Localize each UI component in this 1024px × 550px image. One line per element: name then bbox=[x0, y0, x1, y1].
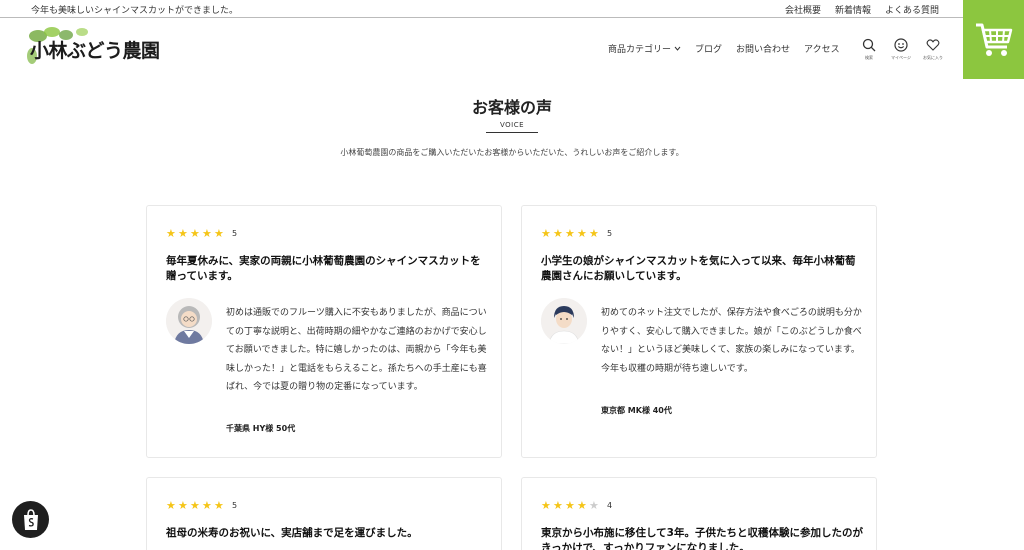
rating-value: 5 bbox=[232, 501, 238, 510]
shopify-bag-icon bbox=[23, 508, 38, 530]
man-person-icon bbox=[541, 298, 587, 344]
star-icon: ★ bbox=[553, 227, 563, 240]
review-author: 千葉県 HY様 50代 bbox=[226, 424, 296, 433]
nav-item-blog[interactable]: ブログ bbox=[695, 42, 722, 55]
star-icon: ★ bbox=[565, 499, 575, 512]
review-title: 毎年夏休みに、実家の両親に小林葡萄農園のシャインマスカットを贈っています。 bbox=[166, 255, 481, 282]
star-icon: ★ bbox=[577, 227, 587, 240]
star-icon: ★ bbox=[214, 227, 224, 240]
review-card: ★ ★ ★ ★ ★ 5 小学生の娘がシャインマスカットを気に入って以来、毎年小林… bbox=[521, 205, 877, 458]
logo-text: 小林ぶどう農園 bbox=[30, 40, 160, 62]
favorites-label: お気に入り bbox=[923, 55, 943, 60]
star-icon: ★ bbox=[190, 227, 200, 240]
star-icon: ★ bbox=[553, 499, 563, 512]
review-body: 初めてのネット注文でしたが、保存方法や食べごろの説明も分かりやすく、安心して購入… bbox=[601, 308, 862, 374]
star-rating: ★ ★ ★ ★ ★ 5 bbox=[166, 228, 237, 239]
header-icons: 検索 マイページ お気に入り bbox=[858, 38, 944, 61]
star-icon: ★ bbox=[178, 227, 188, 240]
rating-value: 5 bbox=[232, 229, 238, 238]
star-icon: ★ bbox=[589, 227, 599, 240]
rating-value: 4 bbox=[607, 501, 613, 510]
review-title: 祖母の米寿のお祝いに、実店舗まで足を運びました。 bbox=[166, 527, 418, 539]
nav-item-label: 商品カテゴリー bbox=[608, 45, 672, 55]
star-rating: ★ ★ ★ ★ ★ 4 bbox=[541, 500, 612, 511]
star-icon: ★ bbox=[190, 499, 200, 512]
review-card: ★ ★ ★ ★ ★ 5 祖母の米寿のお祝いに、実店舗まで足を運びました。 bbox=[146, 477, 502, 550]
review-author: 東京都 MK様 40代 bbox=[601, 406, 672, 415]
review-title: 小学生の娘がシャインマスカットを気に入って以来、毎年小林葡萄農園さんにお願いして… bbox=[541, 255, 856, 282]
star-icon: ★ bbox=[166, 499, 176, 512]
top-links: 会社概要 新着情報 よくある質問 bbox=[785, 3, 939, 16]
favorites-button[interactable]: お気に入り bbox=[922, 38, 944, 61]
avatar bbox=[166, 298, 212, 344]
star-empty-icon: ★ bbox=[589, 499, 599, 512]
star-icon: ★ bbox=[214, 499, 224, 512]
chevron-down-icon bbox=[674, 46, 681, 51]
mypage-button[interactable]: マイページ bbox=[890, 38, 912, 61]
toplink-faq[interactable]: よくある質問 bbox=[885, 3, 939, 16]
search-label: 検索 bbox=[865, 55, 873, 60]
star-icon: ★ bbox=[166, 227, 176, 240]
review-card: ★ ★ ★ ★ ★ 4 東京から小布施に移住して3年。子供たちと収穫体験に参加し… bbox=[521, 477, 877, 550]
review-body: 初めは通販でのフルーツ購入に不安もありましたが、商品についての丁寧な説明と、出荷… bbox=[226, 308, 487, 392]
mypage-label: マイページ bbox=[891, 55, 911, 60]
star-icon: ★ bbox=[577, 499, 587, 512]
rating-value: 5 bbox=[607, 229, 613, 238]
elderly-person-icon bbox=[166, 298, 212, 344]
nav-item-contact[interactable]: お問い合わせ bbox=[736, 42, 790, 55]
cart-button[interactable] bbox=[963, 0, 1024, 79]
heart-icon bbox=[926, 39, 940, 51]
search-icon bbox=[862, 38, 876, 52]
review-title: 東京から小布施に移住して3年。子供たちと収穫体験に参加したのがきっかけで、すっか… bbox=[541, 527, 863, 550]
review-card: ★ ★ ★ ★ ★ 5 毎年夏休みに、実家の両親に小林葡萄農園のシャインマスカッ… bbox=[146, 205, 502, 458]
site-logo[interactable]: 小林ぶどう農園 bbox=[26, 26, 166, 68]
star-icon: ★ bbox=[178, 499, 188, 512]
shopify-chat-button[interactable] bbox=[12, 501, 49, 538]
search-button[interactable]: 検索 bbox=[858, 38, 880, 61]
toplink-company[interactable]: 会社概要 bbox=[785, 3, 821, 16]
star-icon: ★ bbox=[202, 227, 212, 240]
site-header: 小林ぶどう農園 商品カテゴリー ブログ お問い合わせ アクセス 検索 マイページ… bbox=[0, 19, 963, 79]
avatar bbox=[541, 298, 587, 344]
star-icon: ★ bbox=[541, 227, 551, 240]
mypage-icon bbox=[894, 38, 908, 52]
star-rating: ★ ★ ★ ★ ★ 5 bbox=[541, 228, 612, 239]
star-icon: ★ bbox=[541, 499, 551, 512]
toplink-news[interactable]: 新着情報 bbox=[835, 3, 871, 16]
nav-item-categories[interactable]: 商品カテゴリー bbox=[608, 42, 681, 55]
section-title: お客様の声 bbox=[471, 98, 552, 117]
cart-icon bbox=[975, 23, 1012, 56]
star-icon: ★ bbox=[202, 499, 212, 512]
section-intro: 小林葡萄農園の商品をご購入いただいたお客様からいただいた、うれしいお声をご紹介し… bbox=[340, 148, 684, 157]
nav-item-access[interactable]: アクセス bbox=[804, 42, 840, 55]
top-bar: 今年も美味しいシャインマスカットができました。 会社概要 新着情報 よくある質問 bbox=[0, 0, 963, 18]
section-subtitle: VOICE bbox=[499, 121, 525, 129]
announcement-text: 今年も美味しいシャインマスカットができました。 bbox=[31, 6, 239, 16]
main-nav: 商品カテゴリー ブログ お問い合わせ アクセス bbox=[608, 42, 854, 55]
section-divider bbox=[486, 132, 538, 133]
star-icon: ★ bbox=[565, 227, 575, 240]
star-rating: ★ ★ ★ ★ ★ 5 bbox=[166, 500, 237, 511]
